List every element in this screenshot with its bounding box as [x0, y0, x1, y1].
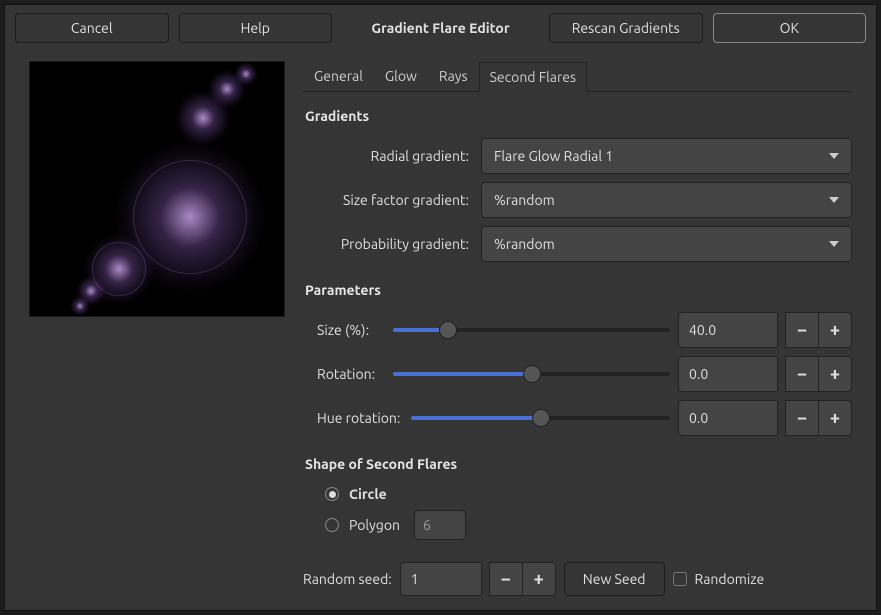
probability-gradient-select[interactable]: %random: [481, 226, 852, 262]
size-value-input[interactable]: 40.0: [678, 312, 778, 348]
toolbar: Cancel Help Gradient Flare Editor Rescan…: [5, 5, 876, 51]
chevron-down-icon: [829, 153, 839, 159]
new-seed-button[interactable]: New Seed: [564, 562, 665, 596]
randomize-checkbox[interactable]: [673, 572, 687, 586]
tab-rays[interactable]: Rays: [428, 61, 479, 91]
size-slider[interactable]: [393, 312, 670, 348]
gradients-heading: Gradients: [305, 108, 852, 124]
preview-canvas: [29, 61, 285, 317]
size-decrement-button[interactable]: −: [785, 312, 819, 348]
hue-decrement-button[interactable]: −: [785, 400, 819, 436]
rotation-value-input[interactable]: 0.0: [678, 356, 778, 392]
cancel-button[interactable]: Cancel: [15, 13, 169, 43]
seed-decrement-button[interactable]: −: [489, 562, 523, 596]
random-seed-label: Random seed:: [303, 571, 392, 587]
rotation-increment-button[interactable]: +: [818, 356, 852, 392]
rescan-button[interactable]: Rescan Gradients: [549, 13, 703, 43]
ok-button[interactable]: OK: [713, 13, 867, 43]
randomize-label: Randomize: [695, 571, 765, 587]
probability-gradient-label: Probability gradient:: [303, 236, 473, 252]
parameters-heading: Parameters: [305, 282, 852, 298]
polygon-sides-input[interactable]: 6: [414, 510, 466, 540]
chevron-down-icon: [829, 241, 839, 247]
tab-glow[interactable]: Glow: [374, 61, 428, 91]
chevron-down-icon: [829, 197, 839, 203]
circle-radio[interactable]: [325, 487, 339, 501]
hue-increment-button[interactable]: +: [818, 400, 852, 436]
radial-gradient-label: Radial gradient:: [303, 148, 473, 164]
polygon-radio-label: Polygon: [349, 517, 400, 533]
preview-column: [29, 61, 289, 596]
hue-rotation-value-input[interactable]: 0.0: [678, 400, 778, 436]
size-label: Size (%):: [303, 322, 385, 338]
size-gradient-value: %random: [494, 192, 555, 208]
hue-rotation-slider[interactable]: [411, 400, 670, 436]
probability-gradient-value: %random: [494, 236, 555, 252]
seed-increment-button[interactable]: +: [522, 562, 556, 596]
rotation-decrement-button[interactable]: −: [785, 356, 819, 392]
tab-second-flares[interactable]: Second Flares: [479, 62, 587, 92]
help-button[interactable]: Help: [179, 13, 333, 43]
content-area: General Glow Rays Second Flares Gradient…: [5, 51, 876, 614]
random-seed-input[interactable]: 1: [400, 562, 482, 596]
radial-gradient-select[interactable]: Flare Glow Radial 1: [481, 138, 852, 174]
shape-heading: Shape of Second Flares: [305, 456, 852, 472]
hue-rotation-label: Hue rotation:: [303, 410, 403, 426]
window-title: Gradient Flare Editor: [342, 20, 539, 36]
radial-gradient-value: Flare Glow Radial 1: [494, 148, 613, 164]
settings-column: General Glow Rays Second Flares Gradient…: [303, 61, 852, 596]
tab-general[interactable]: General: [303, 61, 374, 91]
circle-radio-label: Circle: [349, 486, 387, 502]
tabs: General Glow Rays Second Flares: [303, 61, 852, 92]
polygon-radio[interactable]: [325, 518, 339, 532]
rotation-label: Rotation:: [303, 366, 385, 382]
size-gradient-select[interactable]: %random: [481, 182, 852, 218]
size-gradient-label: Size factor gradient:: [303, 192, 473, 208]
size-increment-button[interactable]: +: [818, 312, 852, 348]
rotation-slider[interactable]: [393, 356, 670, 392]
editor-window: Cancel Help Gradient Flare Editor Rescan…: [4, 4, 877, 611]
